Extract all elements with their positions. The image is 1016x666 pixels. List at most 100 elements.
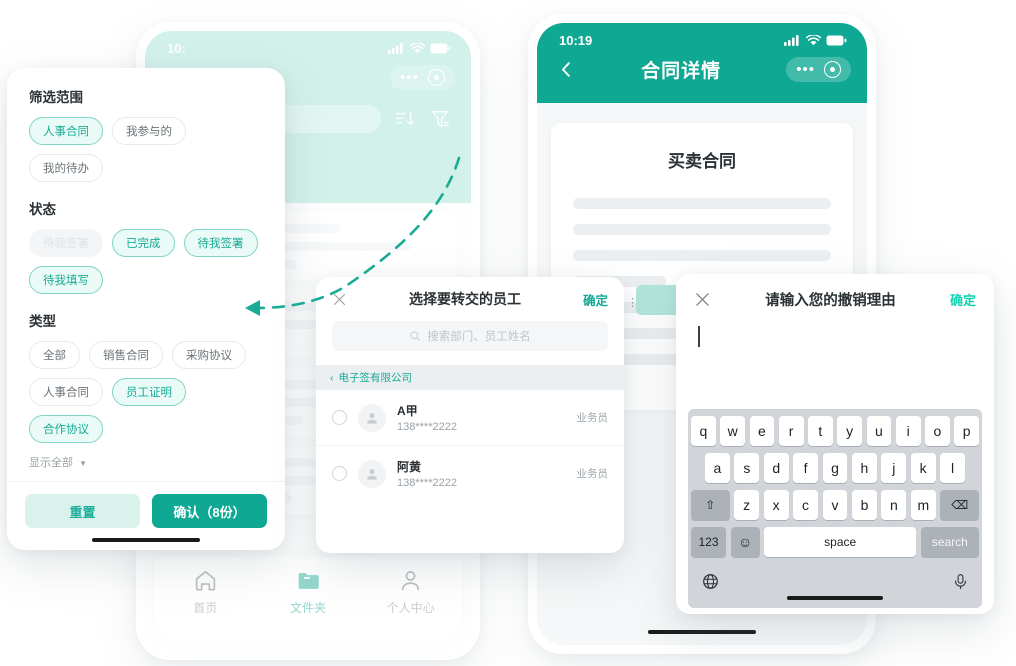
key-w[interactable]: w xyxy=(720,416,745,446)
chip-status-1[interactable]: 已完成 xyxy=(112,229,175,257)
key-r[interactable]: r xyxy=(778,416,804,446)
confirm-button[interactable]: 确认（8份） xyxy=(152,494,267,528)
key-d[interactable]: d xyxy=(763,453,789,483)
key-j[interactable]: j xyxy=(881,453,907,483)
status-title: 状态 xyxy=(29,202,56,217)
chip-type-0[interactable]: 全部 xyxy=(29,341,80,369)
employee-search-input[interactable]: 搜索部门、员工姓名 xyxy=(332,321,608,351)
back-icon[interactable] xyxy=(557,60,576,79)
chip-scope-0[interactable]: 人事合同 xyxy=(29,117,103,145)
search-key[interactable]: search xyxy=(920,527,979,557)
chip-type-5[interactable]: 合作协议 xyxy=(29,415,103,443)
todo-tabbar: 首页 文件夹 个人中心 xyxy=(154,557,462,642)
key-m[interactable]: m xyxy=(910,490,936,520)
chip-status-2[interactable]: 待我签署 xyxy=(183,229,258,257)
close-icon[interactable] xyxy=(694,291,711,308)
key-x[interactable]: x xyxy=(763,490,789,520)
key-g[interactable]: g xyxy=(822,453,848,483)
target-icon[interactable] xyxy=(824,61,841,78)
key-i[interactable]: i xyxy=(895,416,921,446)
chip-type-1[interactable]: 销售合同 xyxy=(89,341,163,369)
key-c[interactable]: c xyxy=(793,490,819,520)
employee-role: 业务员 xyxy=(576,412,609,424)
key-s[interactable]: s xyxy=(734,453,760,483)
filter-icon[interactable] xyxy=(429,108,451,130)
chevron-down-icon: ▼ xyxy=(79,459,87,468)
chevron-left-icon: ‹ xyxy=(330,371,334,384)
reason-text-input[interactable] xyxy=(698,326,700,347)
sort-icon[interactable] xyxy=(394,108,416,130)
backspace-key[interactable]: ⌫ xyxy=(940,490,980,520)
wifi-icon xyxy=(806,35,821,46)
reset-button[interactable]: 重置 xyxy=(25,494,140,528)
key-h[interactable]: h xyxy=(851,453,877,483)
more-icon[interactable]: ••• xyxy=(796,62,815,77)
revoke-confirm-button[interactable]: 确定 xyxy=(950,290,976,309)
key-b[interactable]: b xyxy=(851,490,877,520)
table-row[interactable]: A甲 138****2222 业务员 xyxy=(316,390,624,445)
microphone-icon[interactable] xyxy=(952,572,969,591)
todo-capsule-menu[interactable]: ••• xyxy=(390,65,455,90)
revoke-sheet-header: 请输入您的撤销理由 确定 xyxy=(676,274,994,310)
emoji-key[interactable]: ☺ xyxy=(730,527,760,557)
close-icon[interactable] xyxy=(332,292,347,307)
type-title: 类型 xyxy=(29,314,56,329)
status-chips: 待我签署 已完成 待我签署 待我填写 xyxy=(29,229,265,294)
revoke-sheet-title: 请输入您的撤销理由 xyxy=(765,293,896,309)
target-icon[interactable] xyxy=(428,69,445,86)
show-all-label: 显示全部 xyxy=(29,457,73,469)
tab-profile[interactable]: 个人中心 xyxy=(359,568,462,616)
row-meta: 阿黄 138****2222 xyxy=(397,458,566,489)
employee-transfer-sheet: 选择要转交的员工 确定 搜索部门、员工姓名 ‹ 电子签有限公司 A甲 138**… xyxy=(316,277,624,553)
onscreen-keyboard: q w e r t y u i o p a s d f g h j k l ⇧ … xyxy=(688,409,982,608)
breadcrumb[interactable]: ‹ 电子签有限公司 xyxy=(316,365,624,390)
keyboard-row-1: q w e r t y u i o p xyxy=(691,416,979,446)
battery-icon xyxy=(430,43,451,54)
key-n[interactable]: n xyxy=(881,490,907,520)
key-o[interactable]: o xyxy=(925,416,950,446)
tab-home[interactable]: 首页 xyxy=(154,568,257,616)
avatar xyxy=(358,459,386,488)
key-e[interactable]: e xyxy=(749,416,775,446)
chip-type-2[interactable]: 采购协议 xyxy=(172,341,246,369)
contract-capsule-menu[interactable]: ••• xyxy=(786,57,851,82)
employee-search-placeholder: 搜索部门、员工姓名 xyxy=(427,331,531,343)
tab-folder[interactable]: 文件夹 xyxy=(257,568,360,616)
key-v[interactable]: v xyxy=(822,490,848,520)
chip-scope-2[interactable]: 我的待办 xyxy=(29,154,103,182)
key-y[interactable]: y xyxy=(837,416,862,446)
key-z[interactable]: z xyxy=(734,490,760,520)
row-radio[interactable] xyxy=(332,410,347,425)
key-q[interactable]: q xyxy=(691,416,716,446)
employee-name: 阿黄 xyxy=(397,460,422,474)
chip-type-3[interactable]: 人事合同 xyxy=(29,378,103,406)
employee-confirm-button[interactable]: 确定 xyxy=(583,290,608,309)
key-l[interactable]: l xyxy=(940,453,966,483)
shift-key[interactable]: ⇧ xyxy=(691,490,730,520)
contract-nav-title: 合同详情 xyxy=(641,61,722,82)
contract-status-bar: 10:19 xyxy=(537,23,867,48)
globe-icon[interactable] xyxy=(701,572,720,591)
doc-skeleton-line xyxy=(573,198,831,209)
key-p[interactable]: p xyxy=(954,416,979,446)
row-radio[interactable] xyxy=(332,466,347,481)
keyboard-row-2: a s d f g h j k l xyxy=(691,453,979,483)
chip-status-3[interactable]: 待我填写 xyxy=(29,266,103,294)
numbers-key[interactable]: 123 xyxy=(691,527,727,557)
key-t[interactable]: t xyxy=(808,416,833,446)
key-a[interactable]: a xyxy=(705,453,730,483)
employee-sheet-top: 选择要转交的员工 确定 搜索部门、员工姓名 xyxy=(316,277,624,365)
peek-more-icon[interactable]: ⋮ xyxy=(627,296,639,309)
key-k[interactable]: k xyxy=(910,453,936,483)
space-key[interactable]: space xyxy=(764,527,917,557)
key-f[interactable]: f xyxy=(793,453,819,483)
more-icon[interactable]: ••• xyxy=(400,70,419,85)
row-meta: A甲 138****2222 xyxy=(397,402,566,433)
person-icon xyxy=(367,412,377,424)
doc-skeleton-line xyxy=(573,224,831,235)
key-u[interactable]: u xyxy=(866,416,892,446)
table-row[interactable]: 阿黄 138****2222 业务员 xyxy=(316,445,624,501)
chip-type-4[interactable]: 员工证明 xyxy=(112,378,186,406)
chip-scope-1[interactable]: 我参与的 xyxy=(112,117,186,145)
show-all-toggle[interactable]: 显示全部 ▼ xyxy=(29,454,265,470)
